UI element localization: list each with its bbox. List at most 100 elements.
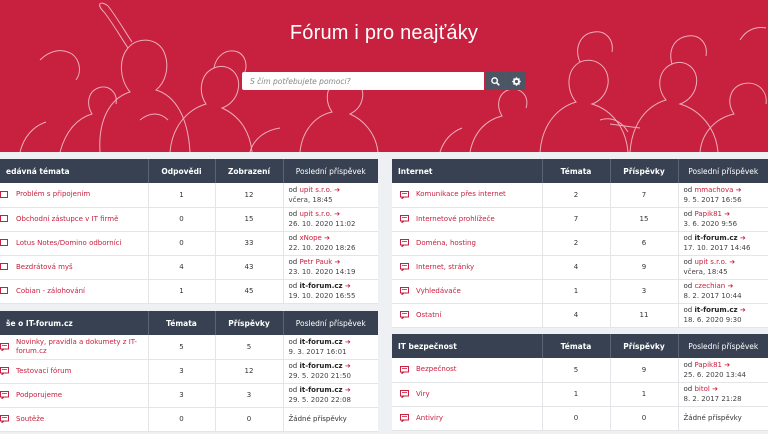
forum-link[interactable]: Podporujeme (16, 391, 62, 400)
forum-link[interactable]: Internet, stránky (416, 263, 474, 272)
last-post-author[interactable]: upit s.r.o. (299, 210, 332, 218)
go-to-post-icon[interactable]: ➔ (334, 186, 340, 194)
forum-link[interactable]: Vyhledávače (416, 287, 461, 296)
go-to-post-icon[interactable]: ➔ (345, 282, 351, 290)
recent-topics-panel: edávná témata Odpovědi Zobrazení Posledn… (0, 159, 378, 304)
forum-link[interactable]: Viry (416, 390, 430, 399)
go-to-post-icon[interactable]: ➔ (334, 210, 340, 218)
topic-icon (0, 263, 8, 270)
count-cell: 0 (542, 406, 611, 431)
last-post-author[interactable]: czechian (694, 282, 725, 290)
forum-link[interactable]: Doména, hosting (416, 239, 476, 248)
forum-link[interactable]: Internetové prohlížeče (416, 215, 495, 224)
table-row: Cobian - zálohování 1 45 od it-forum.cz ➔ 19… (0, 279, 378, 304)
row-name-cell: Soutěže (0, 407, 149, 432)
last-post-date: 29. 5. 2020 21:50 (288, 372, 351, 380)
last-post-author[interactable]: upit s.r.o. (299, 186, 332, 194)
go-to-post-icon[interactable]: ➔ (345, 362, 351, 370)
row-name-cell: Viry (392, 382, 543, 407)
forum-icon (400, 287, 409, 295)
last-post-date: 29. 5. 2020 22:08 (288, 396, 351, 404)
table-row: Viry 1 1 od bitol ➔ 8. 2. 2017 21:28 (392, 382, 768, 407)
last-post-author[interactable]: it-forum.cz (299, 362, 342, 370)
last-post-prefix: od (288, 362, 300, 370)
forum-link[interactable]: Soutěže (16, 415, 44, 424)
forum-link[interactable]: Komunikace přes internet (416, 190, 506, 199)
last-post-prefix: od (288, 234, 300, 242)
forum-link[interactable]: Antiviry (416, 414, 443, 423)
about-forum-table: še o IT-forum.cz Témata Příspěvky Posled… (0, 311, 378, 432)
count-cell: 0 (148, 207, 216, 232)
forum-link[interactable]: Ostatní (416, 311, 441, 320)
recent-topics-table: edávná témata Odpovědi Zobrazení Posledn… (0, 159, 378, 304)
table-row: Podporujeme 3 3 od it-forum.cz ➔ 29. 5. 2020… (0, 383, 378, 408)
go-to-post-icon[interactable]: ➔ (740, 234, 746, 242)
forum-link[interactable]: Cobian - zálohování (16, 287, 85, 296)
go-to-post-icon[interactable]: ➔ (727, 282, 733, 290)
count-cell: 1 (542, 279, 611, 304)
table-row: Doména, hosting 2 6 od it-forum.cz ➔ 17. 10.… (392, 231, 768, 256)
forum-link[interactable]: Obchodní zástupce v IT firmě (16, 215, 118, 224)
last-post-author[interactable]: Papik81 (694, 361, 722, 369)
count-cell: 12 (215, 359, 284, 384)
no-posts-text: Žádné příspěvky (288, 415, 347, 423)
go-to-post-icon[interactable]: ➔ (729, 258, 735, 266)
last-post-author[interactable]: bitol (694, 385, 709, 393)
last-post-cell: od it-forum.cz ➔ 29. 5. 2020 21:50 (283, 359, 378, 384)
table-row: Internet, stránky 4 9 od upit s.r.o. ➔ včera… (392, 255, 768, 280)
column-header: Zobrazení (215, 159, 284, 183)
forum-link[interactable]: Novinky, pravidla a dokumety z IT-forum.… (16, 338, 148, 356)
last-post-author[interactable]: Petr Pauk (299, 258, 332, 266)
search-settings-button[interactable] (506, 72, 526, 90)
go-to-post-icon[interactable]: ➔ (736, 186, 742, 194)
last-post-cell: od bitol ➔ 8. 2. 2017 21:28 (678, 382, 768, 407)
count-cell: 15 (610, 207, 679, 232)
forum-link[interactable]: Testovací fórum (16, 367, 71, 376)
security-panel: IT bezpečnost Témata Příspěvky Poslední … (392, 334, 768, 431)
count-cell: 9 (610, 255, 679, 280)
search-button[interactable] (485, 72, 505, 90)
last-post-cell: od upit s.r.o. ➔ včera, 18:45 (678, 255, 768, 280)
last-post-date: 3. 6. 2020 9:56 (683, 220, 738, 228)
table-row: Vyhledávače 1 3 od czechian ➔ 8. 2. 2017 10:… (392, 279, 768, 304)
count-cell: 1 (148, 279, 216, 304)
last-post-author[interactable]: xNope (299, 234, 321, 242)
last-post-prefix: od (683, 258, 695, 266)
last-post-date: 9. 5. 2017 16:56 (683, 195, 742, 204)
last-post-date: 9. 3. 2017 16:01 (288, 347, 347, 356)
forum-link[interactable]: Problém s připojením (16, 190, 90, 199)
last-post-cell: od it-forum.cz ➔ 29. 5. 2020 22:08 (283, 383, 378, 408)
forum-link[interactable]: Bezpečnost (416, 365, 457, 374)
go-to-post-icon[interactable]: ➔ (345, 386, 351, 394)
last-post-author[interactable]: it-forum.cz (299, 386, 342, 394)
last-post-date: 18. 6. 2020 9:30 (683, 316, 742, 324)
go-to-post-icon[interactable]: ➔ (712, 385, 718, 393)
forum-link[interactable]: Bezdrátová myš (16, 263, 73, 272)
go-to-post-icon[interactable]: ➔ (335, 258, 341, 266)
go-to-post-icon[interactable]: ➔ (345, 338, 351, 346)
last-post-date: 25. 6. 2020 13:44 (683, 370, 746, 379)
search-input[interactable] (242, 72, 484, 90)
last-post-author[interactable]: mmachova (694, 186, 733, 194)
go-to-post-icon[interactable]: ➔ (324, 234, 330, 242)
page-title: Fórum i pro neajťáky (289, 22, 479, 44)
go-to-post-icon[interactable]: ➔ (740, 306, 746, 314)
forum-link[interactable]: Lotus Notes/Domino odborníci (16, 239, 121, 248)
last-post-author[interactable]: it-forum.cz (694, 234, 737, 242)
last-post-author[interactable]: it-forum.cz (694, 306, 737, 314)
last-post-author[interactable]: Papik81 (694, 210, 722, 218)
last-post-author[interactable]: it-forum.cz (299, 338, 342, 346)
internet-table: Internet Témata Příspěvky Poslední přísp… (392, 159, 768, 328)
last-post-author[interactable]: it-forum.cz (299, 282, 342, 290)
last-post-date: 22. 10. 2020 18:26 (288, 244, 356, 252)
count-cell: 1 (610, 382, 679, 407)
topic-icon (0, 287, 8, 294)
go-to-post-icon[interactable]: ➔ (724, 210, 730, 218)
last-post-author[interactable]: upit s.r.o. (694, 258, 727, 266)
security-table: IT bezpečnost Témata Příspěvky Poslední … (392, 334, 768, 431)
row-name-cell: Podporujeme (0, 383, 149, 408)
go-to-post-icon[interactable]: ➔ (724, 361, 730, 369)
table-row: Komunikace přes internet 2 7 od mmachova ➔ 9… (392, 183, 768, 208)
count-cell: 7 (542, 207, 611, 232)
search-icon (490, 76, 500, 86)
